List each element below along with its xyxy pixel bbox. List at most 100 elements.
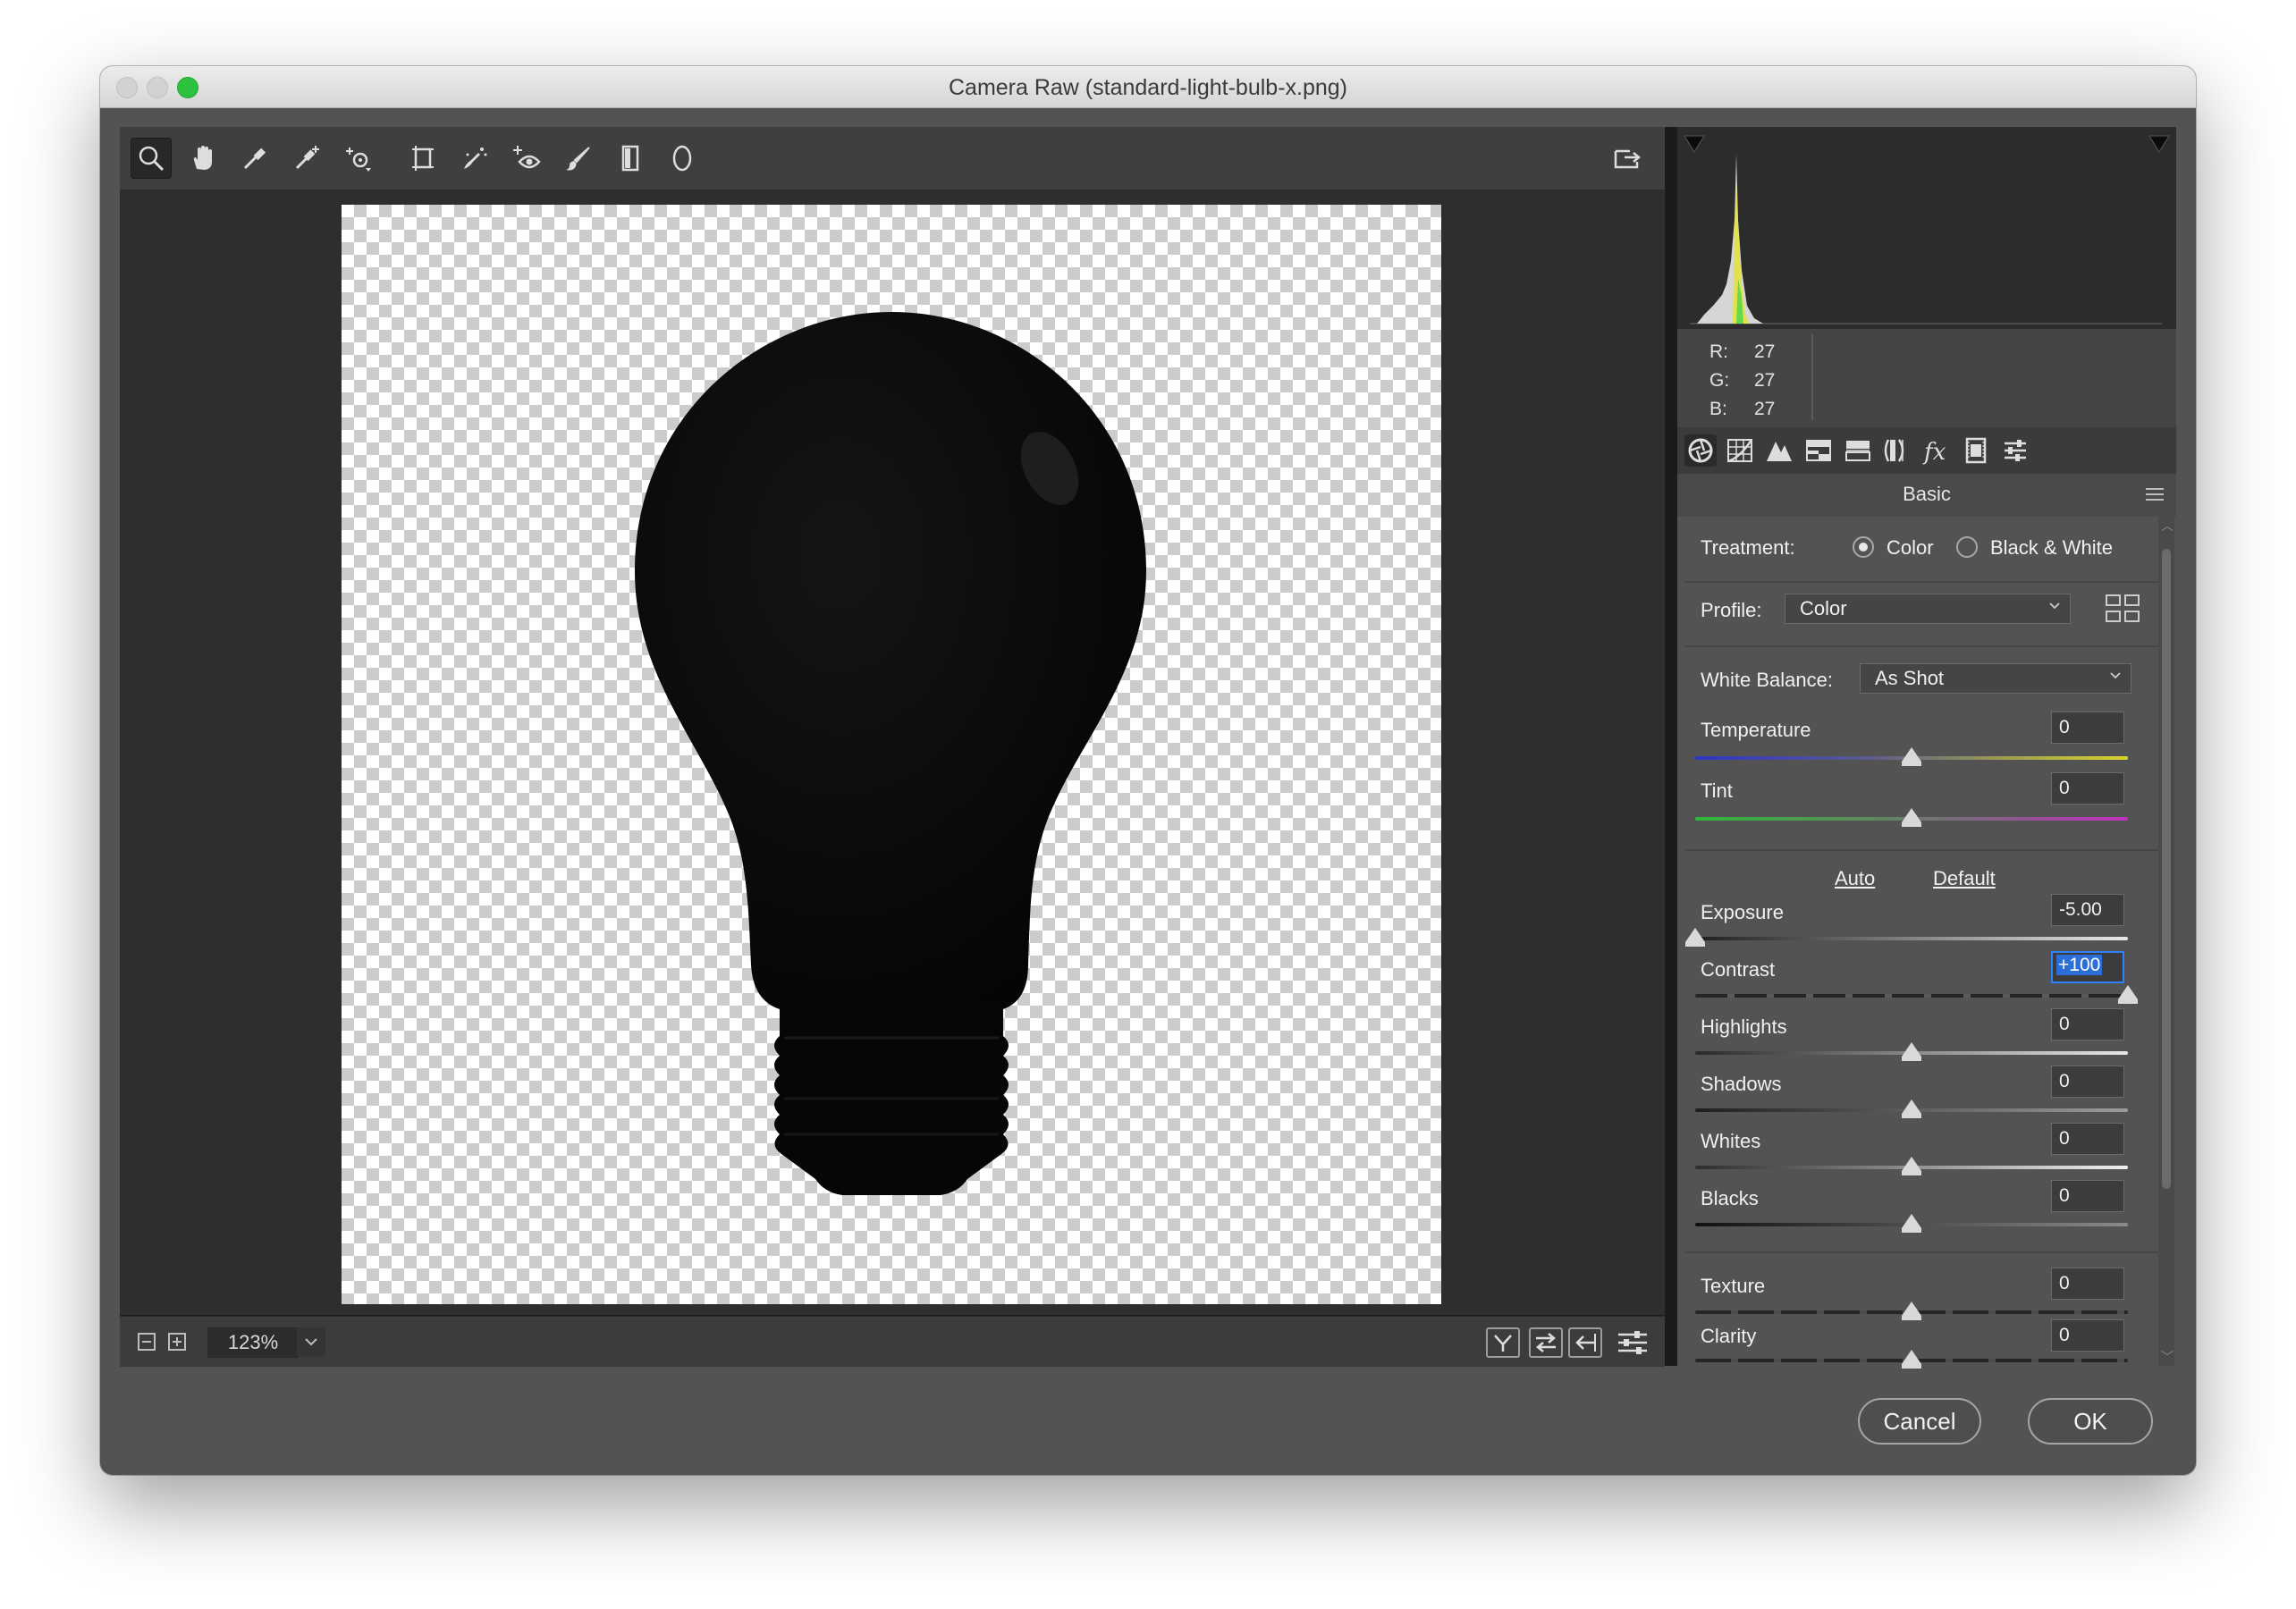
treatment-label: Treatment: xyxy=(1701,536,1795,559)
tab-detail[interactable] xyxy=(1763,434,1795,467)
exposure-slider-thumb[interactable] xyxy=(1685,928,1705,947)
shadows-value-field[interactable]: 0 xyxy=(2051,1066,2124,1098)
toolbar xyxy=(120,127,1665,190)
exposure-value-field[interactable]: -5.00 xyxy=(2051,894,2124,926)
panel-menu-icon[interactable] xyxy=(2146,488,2164,501)
targeted-adjustment-icon xyxy=(346,147,371,172)
svg-text:fx: fx xyxy=(1922,439,1946,466)
exposure-label: Exposure xyxy=(1701,901,1784,923)
cancel-button[interactable]: Cancel xyxy=(1858,1398,1981,1445)
chevron-down-icon xyxy=(2049,602,2060,610)
tab-lens-corrections[interactable] xyxy=(1881,434,1913,467)
whites-label: Whites xyxy=(1701,1130,1761,1152)
panel-title: Basic xyxy=(1903,483,1951,505)
highlights-slider-thumb[interactable] xyxy=(1902,1042,1921,1061)
scroll-up-icon[interactable]: ︿ xyxy=(2161,517,2174,535)
tab-effects[interactable]: fx xyxy=(1920,434,1953,467)
tint-value-field[interactable]: 0 xyxy=(2051,772,2124,804)
window-title: Camera Raw (standard-light-bulb-x.png) xyxy=(948,75,1348,100)
tab-hsl[interactable] xyxy=(1802,434,1835,467)
scrollbar-thumb[interactable] xyxy=(2162,549,2171,1189)
profile-select[interactable]: Color xyxy=(1785,594,2071,624)
tint-slider-thumb[interactable] xyxy=(1902,808,1921,827)
treatment-bw-label[interactable]: Black & White xyxy=(1990,536,2113,560)
tab-tone-curve[interactable] xyxy=(1724,434,1756,467)
zoom-tool[interactable] xyxy=(131,138,172,179)
shadow-clipping-warning-icon xyxy=(1684,135,1705,153)
contrast-label: Contrast xyxy=(1701,958,1776,981)
ok-button[interactable]: OK xyxy=(2028,1398,2153,1445)
contrast-slider-track[interactable] xyxy=(1695,994,2128,998)
image-canvas[interactable] xyxy=(342,205,1441,1304)
whites-slider-thumb[interactable] xyxy=(1902,1157,1921,1175)
brush-icon xyxy=(566,147,590,171)
treatment-color-label[interactable]: Color xyxy=(1887,536,1934,560)
contrast-value-field[interactable]: +100 xyxy=(2051,951,2124,983)
highlights-value-field[interactable]: 0 xyxy=(2051,1008,2124,1040)
toggle-fullscreen-button[interactable] xyxy=(1606,138,1647,179)
image-preview-area[interactable] xyxy=(120,190,1665,1315)
green-readout: G: 27 xyxy=(1709,370,1776,391)
clarity-label: Clarity xyxy=(1701,1325,1757,1347)
temperature-label: Temperature xyxy=(1701,719,1811,741)
histogram-graph xyxy=(1684,135,2170,324)
panel-scrollbar[interactable]: ︿ ﹀ xyxy=(2158,517,2174,1366)
zoom-dropdown[interactable] xyxy=(297,1327,325,1356)
zoom-level-field[interactable]: 123% xyxy=(207,1327,299,1358)
tab-split-toning[interactable] xyxy=(1842,434,1874,467)
color-sampler-icon xyxy=(295,146,319,170)
graduated-filter-tool[interactable] xyxy=(610,138,651,179)
temperature-slider-thumb[interactable] xyxy=(1902,747,1921,766)
exposure-slider-track[interactable] xyxy=(1695,937,2128,940)
swap-settings-button[interactable] xyxy=(1529,1327,1563,1358)
preview-preferences-button[interactable] xyxy=(1615,1327,1650,1358)
tab-presets[interactable] xyxy=(1999,434,2031,467)
texture-label: Texture xyxy=(1701,1275,1766,1297)
contrast-slider-thumb[interactable] xyxy=(2118,985,2138,1004)
clarity-value-field[interactable]: 0 xyxy=(2051,1319,2124,1352)
transform-tool[interactable] xyxy=(402,138,443,179)
blue-readout: B: 27 xyxy=(1709,399,1776,419)
blacks-slider-thumb[interactable] xyxy=(1902,1214,1921,1233)
white-balance-select[interactable]: As Shot xyxy=(1860,663,2131,694)
effects-icon: fx xyxy=(1922,439,1946,466)
color-sampler-tool[interactable] xyxy=(286,138,327,179)
toggle-fullscreen-icon xyxy=(1614,149,1641,169)
highlights-label: Highlights xyxy=(1701,1015,1787,1038)
adjustment-brush-tool[interactable] xyxy=(558,138,599,179)
tab-camera-calibration[interactable] xyxy=(1960,434,1992,467)
radial-filter-tool[interactable] xyxy=(662,138,703,179)
hsl-icon xyxy=(1806,440,1831,461)
profile-label: Profile: xyxy=(1701,599,1762,621)
treatment-color-radio[interactable] xyxy=(1853,536,1874,558)
spot-removal-tool[interactable] xyxy=(454,138,495,179)
readout-divider xyxy=(1811,334,1813,420)
temperature-value-field[interactable]: 0 xyxy=(2051,712,2124,744)
title-bar: Camera Raw (standard-light-bulb-x.png) xyxy=(100,66,2196,108)
zoom-in-button[interactable] xyxy=(168,1333,186,1351)
treatment-bw-radio[interactable] xyxy=(1956,536,1978,558)
copy-settings-button[interactable] xyxy=(1568,1327,1602,1358)
red-eye-icon xyxy=(513,146,541,169)
auto-link[interactable]: Auto xyxy=(1835,867,1875,890)
texture-slider-thumb[interactable] xyxy=(1902,1302,1921,1320)
zoom-out-button[interactable] xyxy=(138,1333,156,1351)
targeted-adjustment-tool[interactable] xyxy=(338,138,379,179)
white-balance-tool[interactable] xyxy=(234,138,275,179)
hand-tool[interactable] xyxy=(182,138,224,179)
red-eye-tool[interactable] xyxy=(506,138,547,179)
clarity-slider-thumb[interactable] xyxy=(1902,1350,1921,1369)
profile-browser-button[interactable] xyxy=(2105,592,2140,626)
texture-value-field[interactable]: 0 xyxy=(2051,1268,2124,1300)
camera-calibration-icon xyxy=(1965,437,1987,464)
shadows-slider-thumb[interactable] xyxy=(1902,1099,1921,1118)
red-readout: R: 27 xyxy=(1709,341,1776,362)
blacks-value-field[interactable]: 0 xyxy=(2051,1180,2124,1212)
scroll-down-icon[interactable]: ﹀ xyxy=(2161,1348,2174,1366)
default-link[interactable]: Default xyxy=(1933,867,1996,890)
preview-mode-button[interactable] xyxy=(1486,1327,1520,1358)
camera-raw-window: Camera Raw (standard-light-bulb-x.png) 1… xyxy=(100,66,2196,1475)
whites-value-field[interactable]: 0 xyxy=(2051,1123,2124,1155)
tab-basic[interactable] xyxy=(1684,434,1717,467)
sliders-icon xyxy=(1618,1331,1647,1354)
